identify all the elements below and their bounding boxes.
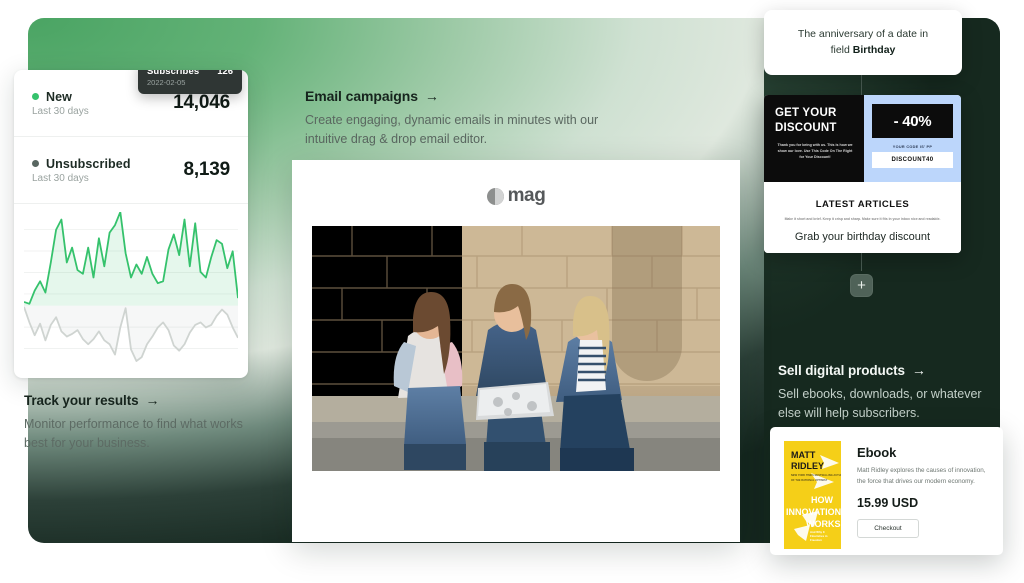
svg-text:WORKS: WORKS <box>806 519 841 529</box>
add-step-button[interactable]: + <box>850 274 873 297</box>
grab-discount-label[interactable]: Grab your birthday discount <box>764 221 961 253</box>
discount-code-panel: - 40% YOUR CODE IS’ PP DISCOUNT40 <box>864 95 961 182</box>
svg-text:INNOVATION: INNOVATION <box>786 507 841 517</box>
tooltip-value: 126 <box>217 70 234 77</box>
stat-value: 8,139 <box>183 159 230 180</box>
email-hero-photo <box>312 226 720 471</box>
stat-title: Unsubscribed <box>32 157 131 171</box>
stat-label: New <box>46 89 73 104</box>
email-campaigns-heading: Email campaigns <box>305 88 418 104</box>
track-results-heading: Track your results <box>24 392 139 408</box>
stat-period: Last 30 days <box>32 105 89 117</box>
track-results-block: Track your results → Monitor performance… <box>24 392 264 453</box>
stat-value: 14,046 <box>173 92 230 113</box>
stat-title: New <box>32 90 89 104</box>
discount-code-box: DISCOUNT40 <box>872 152 953 168</box>
svg-text:RIDLEY: RIDLEY <box>791 461 824 471</box>
stat-period: Last 30 days <box>32 172 89 184</box>
ebook-price: 15.99 USD <box>857 496 919 511</box>
email-campaigns-link[interactable]: Email campaigns → <box>305 88 605 104</box>
latest-articles-heading: LATEST ARTICLES <box>815 199 910 210</box>
svg-text:MATT: MATT <box>791 450 816 460</box>
email-logo: mag <box>292 160 740 207</box>
birthday-line-2-prefix: field <box>830 43 853 56</box>
tooltip-top-row: Subscribes 126 <box>147 70 233 77</box>
ebook-product-card[interactable]: MATT RIDLEY NEW YORK TIMES BESTSELLING A… <box>770 427 1003 555</box>
ebook-info: Ebook Matt Ridley explores the causes of… <box>857 441 989 555</box>
moon-logo-icon <box>486 187 504 205</box>
latest-articles-section: LATEST ARTICLES Make it short and brief.… <box>764 182 961 223</box>
checkout-button[interactable]: Checkout <box>857 519 919 539</box>
status-dot-unsubscribed <box>32 160 39 167</box>
book-cover-image: MATT RIDLEY NEW YORK TIMES BESTSELLING A… <box>784 441 841 549</box>
chart-tooltip: Subscribes 126 2022-02-05 <box>138 70 243 94</box>
arrow-right-icon: → <box>145 392 160 408</box>
book-cover-art: MATT RIDLEY NEW YORK TIMES BESTSELLING A… <box>784 441 841 549</box>
svg-text:OF THE RATIONAL OPTIMIST: OF THE RATIONAL OPTIMIST <box>791 478 828 482</box>
screenshot-root: New Last 30 days 14,046 Unsubscribed Las… <box>0 0 1024 583</box>
sell-products-block: Sell digital products → Sell ebooks, dow… <box>778 362 988 423</box>
discount-headline: GET YOUR DISCOUNT <box>775 107 837 135</box>
discount-top: GET YOUR DISCOUNT Thank you for being wi… <box>764 95 961 182</box>
discount-paragraph: Thank you for being with us. This is how… <box>777 143 853 160</box>
email-preview-card[interactable]: mag <box>292 160 740 542</box>
birthday-condition-card[interactable]: The anniversary of a date in field Birth… <box>764 10 962 75</box>
email-logo-text: mag <box>507 185 546 206</box>
birthday-field-name: Birthday <box>852 43 896 56</box>
stat-label: Unsubscribed <box>46 156 131 171</box>
subscribers-chart[interactable]: Subscribes 126 2022-02-05 <box>14 70 248 376</box>
stats-card: New Last 30 days 14,046 Unsubscribed Las… <box>14 70 248 378</box>
tooltip-label: Subscribes <box>147 70 200 77</box>
ebook-description: Matt Ridley explores the causes of innov… <box>857 467 986 485</box>
discount-code-caption: YOUR CODE IS’ PP <box>892 145 933 149</box>
track-results-link[interactable]: Track your results → <box>24 392 264 408</box>
ebook-title: Ebook <box>857 445 897 460</box>
email-campaigns-block: Email campaigns → Create engaging, dynam… <box>305 88 605 149</box>
birthday-condition-text: The anniversary of a date in field Birth… <box>782 27 944 57</box>
discount-headline-panel: GET YOUR DISCOUNT Thank you for being wi… <box>764 95 864 182</box>
discount-email-card[interactable]: GET YOUR DISCOUNT Thank you for being wi… <box>764 95 961 253</box>
status-dot-new <box>32 93 39 100</box>
svg-text:Freedom: Freedom <box>810 538 822 542</box>
sell-products-link[interactable]: Sell digital products → <box>778 362 988 378</box>
discount-badge: - 40% <box>872 104 953 138</box>
arrow-right-icon: → <box>424 88 439 104</box>
arrow-right-icon: → <box>911 362 926 378</box>
hero-photo-illustration <box>312 226 720 471</box>
sell-products-body: Sell ebooks, downloads, or whatever else… <box>778 387 982 420</box>
sell-products-heading: Sell digital products <box>778 362 905 378</box>
svg-text:HOW: HOW <box>811 495 834 505</box>
tooltip-date: 2022-02-05 <box>147 78 186 87</box>
email-campaigns-body: Create engaging, dynamic emails in minut… <box>305 113 599 146</box>
svg-text:NEW YORK TIMES BESTSELLING AUT: NEW YORK TIMES BESTSELLING AUTHOR <box>791 473 841 477</box>
stat-row-unsubscribed: Unsubscribed Last 30 days 8,139 <box>14 137 248 204</box>
track-results-body: Monitor performance to find what works b… <box>24 417 243 450</box>
stat-left: Unsubscribed Last 30 days <box>32 157 131 184</box>
chart-svg <box>24 212 238 362</box>
stat-left: New Last 30 days <box>32 90 89 117</box>
birthday-line-1: The anniversary of a date in <box>797 28 929 41</box>
